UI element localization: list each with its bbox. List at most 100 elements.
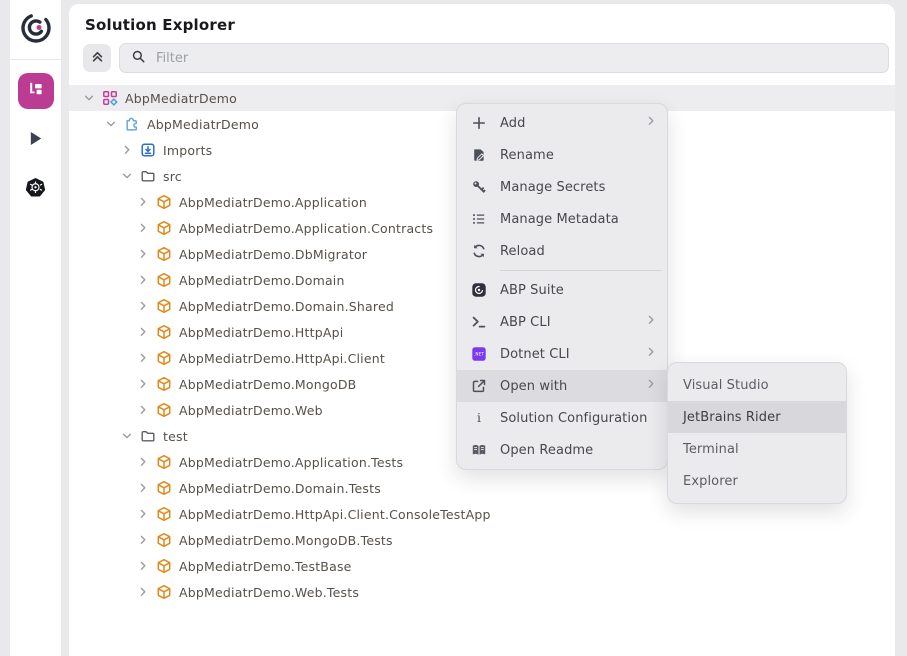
menu-item-label: Dotnet CLI	[500, 347, 632, 362]
tree-item-label: AbpMediatrDemo.Domain.Shared	[179, 299, 394, 314]
package-icon	[156, 584, 172, 600]
package-icon	[156, 324, 172, 340]
tree-item-label: src	[163, 169, 182, 184]
menu-item-add[interactable]: Add	[457, 107, 667, 139]
menu-divider	[500, 270, 662, 271]
submenu-item-label: Visual Studio	[683, 378, 769, 393]
tree-row-abpmediatrdemo-web-tests-19[interactable]: AbpMediatrDemo.Web.Tests	[69, 579, 895, 605]
book-icon	[471, 442, 487, 458]
package-icon	[156, 194, 172, 210]
abp-suite-icon	[471, 282, 487, 298]
submenu-item-label: Terminal	[683, 442, 739, 457]
chevron-right-icon[interactable]	[137, 352, 149, 364]
menu-item-label: Solution Configuration	[500, 411, 657, 426]
sidebar-nav	[18, 60, 54, 207]
chevron-down-icon[interactable]	[105, 118, 117, 130]
menu-item-solution-configuration[interactable]: iSolution Configuration	[457, 402, 667, 434]
context-menu: AddRename Manage Secrets Manage MetadataRe…	[456, 103, 668, 470]
tree-item-label: AbpMediatrDemo.MongoDB.Tests	[179, 533, 393, 548]
chevron-right-icon[interactable]	[137, 508, 149, 520]
svg-text:.NET: .NET	[474, 352, 484, 357]
filter-input[interactable]	[156, 51, 877, 66]
chevron-right-icon[interactable]	[137, 586, 149, 598]
menu-item-abp-cli[interactable]: ABP CLI	[457, 306, 667, 338]
collapse-all-button[interactable]	[83, 44, 111, 72]
menu-item-dotnet-cli[interactable]: .NET Dotnet CLI	[457, 338, 667, 370]
menu-item-label: Manage Secrets	[500, 180, 657, 195]
chevron-right-icon	[645, 346, 657, 362]
submenu-item-jetbrains-rider[interactable]: JetBrains Rider	[668, 401, 846, 433]
package-icon	[156, 350, 172, 366]
tree-item-label: AbpMediatrDemo.Web	[179, 403, 323, 418]
submenu-item-visual-studio[interactable]: Visual Studio	[668, 369, 846, 401]
chevron-right-icon[interactable]	[137, 560, 149, 572]
menu-item-label: Open with	[500, 379, 632, 394]
package-icon	[156, 480, 172, 496]
chevron-right-icon[interactable]	[137, 378, 149, 390]
chevron-right-icon[interactable]	[121, 144, 133, 156]
submenu-item-terminal[interactable]: Terminal	[668, 433, 846, 465]
package-icon	[156, 298, 172, 314]
tree-item-label: AbpMediatrDemo.Web.Tests	[179, 585, 359, 600]
tree-row-abpmediatrdemo-httpapi-client-consoletestapp-16[interactable]: AbpMediatrDemo.HttpApi.Client.ConsoleTes…	[69, 501, 895, 527]
chevron-right-icon[interactable]	[137, 274, 149, 286]
plus-icon	[471, 115, 487, 131]
chevron-down-icon[interactable]	[121, 430, 133, 442]
tree-item-label: AbpMediatrDemo.DbMigrator	[179, 247, 367, 262]
chevron-right-icon[interactable]	[137, 222, 149, 234]
tree-item-label: AbpMediatrDemo.HttpApi	[179, 325, 343, 340]
dotnet-icon: .NET	[471, 346, 487, 362]
key-icon	[471, 179, 487, 195]
menu-item-label: ABP Suite	[500, 283, 657, 298]
chevron-right-icon[interactable]	[137, 326, 149, 338]
chevron-right-icon[interactable]	[137, 456, 149, 468]
chevron-right-icon[interactable]	[137, 248, 149, 260]
package-icon	[156, 220, 172, 236]
refresh-icon	[471, 243, 487, 259]
menu-item-abp-suite[interactable]: ABP Suite	[457, 274, 667, 306]
tree-item-label: AbpMediatrDemo.Domain.Tests	[179, 481, 381, 496]
chevron-right-icon[interactable]	[137, 482, 149, 494]
submenu-item-label: JetBrains Rider	[683, 410, 781, 425]
search-icon	[131, 49, 146, 68]
menu-item-manage-secrets[interactable]: Manage Secrets	[457, 171, 667, 203]
tree-row-abpmediatrdemo-testbase-18[interactable]: AbpMediatrDemo.TestBase	[69, 553, 895, 579]
package-icon	[156, 402, 172, 418]
tree-item-label: AbpMediatrDemo.Application	[179, 195, 367, 210]
page-title: Solution Explorer	[69, 4, 895, 34]
tree-item-label: AbpMediatrDemo	[125, 91, 237, 106]
solution-icon	[102, 90, 118, 106]
submenu-item-label: Explorer	[683, 474, 738, 489]
menu-item-reload[interactable]: Reload	[457, 235, 667, 267]
package-icon	[156, 376, 172, 392]
folder-icon	[140, 168, 156, 184]
list-icon	[471, 211, 487, 227]
tree-item-label: test	[163, 429, 188, 444]
menu-item-open-readme[interactable]: Open Readme	[457, 434, 667, 466]
package-icon	[156, 272, 172, 288]
submenu-item-explorer[interactable]: Explorer	[668, 465, 846, 497]
filter-input-box[interactable]	[119, 43, 889, 73]
sidebar-item-solution-explorer[interactable]	[18, 73, 54, 109]
chevron-right-icon[interactable]	[137, 404, 149, 416]
filter-row	[83, 43, 889, 73]
chevron-down-icon[interactable]	[83, 92, 95, 104]
folder-icon	[140, 428, 156, 444]
chevron-right-icon[interactable]	[137, 534, 149, 546]
chevron-right-icon[interactable]	[137, 300, 149, 312]
abp-studio-logo	[20, 0, 52, 59]
package-icon	[156, 246, 172, 262]
menu-item-label: ABP CLI	[500, 315, 632, 330]
rename-icon	[471, 147, 487, 163]
menu-item-manage-metadata[interactable]: Manage Metadata	[457, 203, 667, 235]
tree-row-abpmediatrdemo-mongodb-tests-17[interactable]: AbpMediatrDemo.MongoDB.Tests	[69, 527, 895, 553]
sidebar-item-kubernetes[interactable]	[18, 171, 54, 207]
sidebar-item-run[interactable]	[18, 122, 54, 158]
menu-item-rename[interactable]: Rename	[457, 139, 667, 171]
chevron-right-icon[interactable]	[137, 196, 149, 208]
chevron-down-icon[interactable]	[121, 170, 133, 182]
open-with-submenu: Visual Studio JetBrains Rider Terminal Expl…	[667, 362, 847, 504]
external-link-icon	[471, 378, 487, 394]
menu-item-open-with[interactable]: Open with	[457, 370, 667, 402]
tree-item-label: AbpMediatrDemo.HttpApi.Client	[179, 351, 385, 366]
